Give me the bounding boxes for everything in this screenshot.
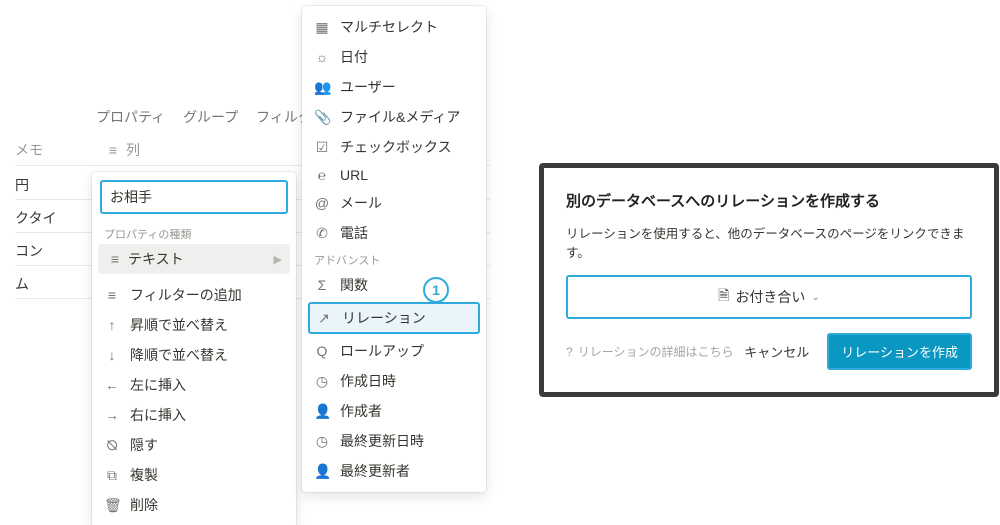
table-row: 円	[15, 175, 29, 195]
menu-item-add-filter[interactable]: ≡フィルターの追加	[92, 280, 296, 310]
text-icon: ≡	[109, 142, 117, 158]
menu-item-sort-desc[interactable]: ↓降順で並べ替え	[92, 340, 296, 370]
table-row: クタイ	[15, 208, 56, 228]
target-database-label: お付き合い	[735, 287, 805, 307]
column-header-memo[interactable]: メモ	[15, 140, 105, 160]
type-formula[interactable]: Σ関数	[302, 270, 486, 300]
property-type-submenu: ▦マルチセレクト ☼日付 👥ユーザー 📎ファイル&メディア ☑チェックボックス …	[302, 6, 486, 492]
property-menu: お相手 プロパティの種類 ≡ テキスト ▶ ≡フィルターの追加 ↑昇順で並べ替え…	[92, 172, 296, 525]
table-row: ム	[15, 274, 29, 294]
type-url[interactable]: ℮URL	[302, 162, 486, 188]
target-database-select[interactable]: 🗎 お付き合い ⌄	[566, 275, 972, 319]
menu-item-duplicate[interactable]: ⧉複製	[92, 460, 296, 490]
column-header-new[interactable]: 列	[126, 140, 326, 160]
mail-icon: @	[314, 195, 330, 211]
date-icon: ☼	[314, 49, 330, 65]
cancel-button[interactable]: キャンセル	[736, 336, 817, 367]
formula-icon: Σ	[314, 277, 330, 293]
help-icon: ?	[566, 345, 573, 359]
menu-item-hide[interactable]: ⦰隠す	[92, 430, 296, 460]
create-relation-button[interactable]: リレーションを作成	[827, 333, 972, 370]
relation-icon: ↗	[316, 310, 332, 327]
toolbar-properties[interactable]: プロパティ	[96, 109, 165, 125]
clock-icon: ◷	[314, 433, 330, 450]
callout-1: 1	[423, 277, 449, 303]
type-edited-time[interactable]: ◷最終更新日時	[302, 426, 486, 456]
type-date[interactable]: ☼日付	[302, 42, 486, 72]
property-type-label: テキスト	[128, 249, 274, 269]
type-edited-by[interactable]: 👤最終更新者	[302, 456, 486, 486]
trash-icon: 🗑	[104, 497, 120, 514]
attach-icon: 📎	[314, 109, 330, 126]
page-icon: 🗎	[718, 285, 729, 309]
eye-off-icon: ⦰	[104, 437, 120, 454]
menu-item-insert-left[interactable]: ←左に挿入	[92, 370, 296, 400]
multiselect-icon: ▦	[314, 19, 330, 36]
chevron-right-icon: ▶	[274, 253, 282, 266]
relation-modal: 別のデータベースへのリレーションを作成する リレーションを使用すると、他のデータ…	[539, 163, 999, 397]
property-type-select[interactable]: ≡ テキスト ▶	[98, 244, 290, 274]
arrow-right-icon: →	[104, 407, 120, 423]
menu-item-sort-asc[interactable]: ↑昇順で並べ替え	[92, 310, 296, 340]
person-icon: 👤	[314, 403, 330, 420]
toolbar-groups[interactable]: グループ	[183, 109, 238, 125]
chevron-down-icon: ⌄	[811, 292, 819, 303]
arrow-up-icon: ↑	[104, 317, 120, 333]
filter-icon: ≡	[104, 287, 120, 303]
text-icon: ≡	[106, 251, 124, 267]
user-icon: 👥	[314, 79, 330, 96]
type-rollup[interactable]: Qロールアップ	[302, 336, 486, 366]
type-file[interactable]: 📎ファイル&メディア	[302, 102, 486, 132]
clock-icon: ◷	[314, 373, 330, 390]
type-created-by[interactable]: 👤作成者	[302, 396, 486, 426]
arrow-down-icon: ↓	[104, 347, 120, 363]
type-created-time[interactable]: ◷作成日時	[302, 366, 486, 396]
advanced-section-label: アドバンスト	[302, 248, 486, 270]
type-multiselect[interactable]: ▦マルチセレクト	[302, 12, 486, 42]
help-link[interactable]: ? リレーションの詳細はこちら	[566, 343, 733, 360]
person-icon: 👤	[314, 463, 330, 480]
type-user[interactable]: 👥ユーザー	[302, 72, 486, 102]
rollup-icon: Q	[314, 343, 330, 359]
type-checkbox[interactable]: ☑チェックボックス	[302, 132, 486, 162]
menu-item-insert-right[interactable]: →右に挿入	[92, 400, 296, 430]
menu-item-delete[interactable]: 🗑削除	[92, 490, 296, 520]
modal-title: 別のデータベースへのリレーションを作成する	[566, 190, 972, 211]
table-header: メモ ≡ 列 +	[15, 140, 338, 160]
type-email[interactable]: @メール	[302, 188, 486, 218]
type-relation[interactable]: ↗リレーション	[308, 302, 480, 334]
url-icon: ℮	[314, 167, 330, 183]
modal-description: リレーションを使用すると、他のデータベースのページをリンクできます。	[566, 223, 972, 261]
duplicate-icon: ⧉	[104, 467, 120, 484]
property-name-input[interactable]: お相手	[100, 180, 288, 214]
checkbox-icon: ☑	[314, 139, 330, 156]
arrow-left-icon: ←	[104, 377, 120, 393]
phone-icon: ✆	[314, 225, 330, 242]
property-type-section-label: プロパティの種類	[92, 222, 296, 244]
table-row: コン	[15, 241, 43, 261]
type-phone[interactable]: ✆電話	[302, 218, 486, 248]
